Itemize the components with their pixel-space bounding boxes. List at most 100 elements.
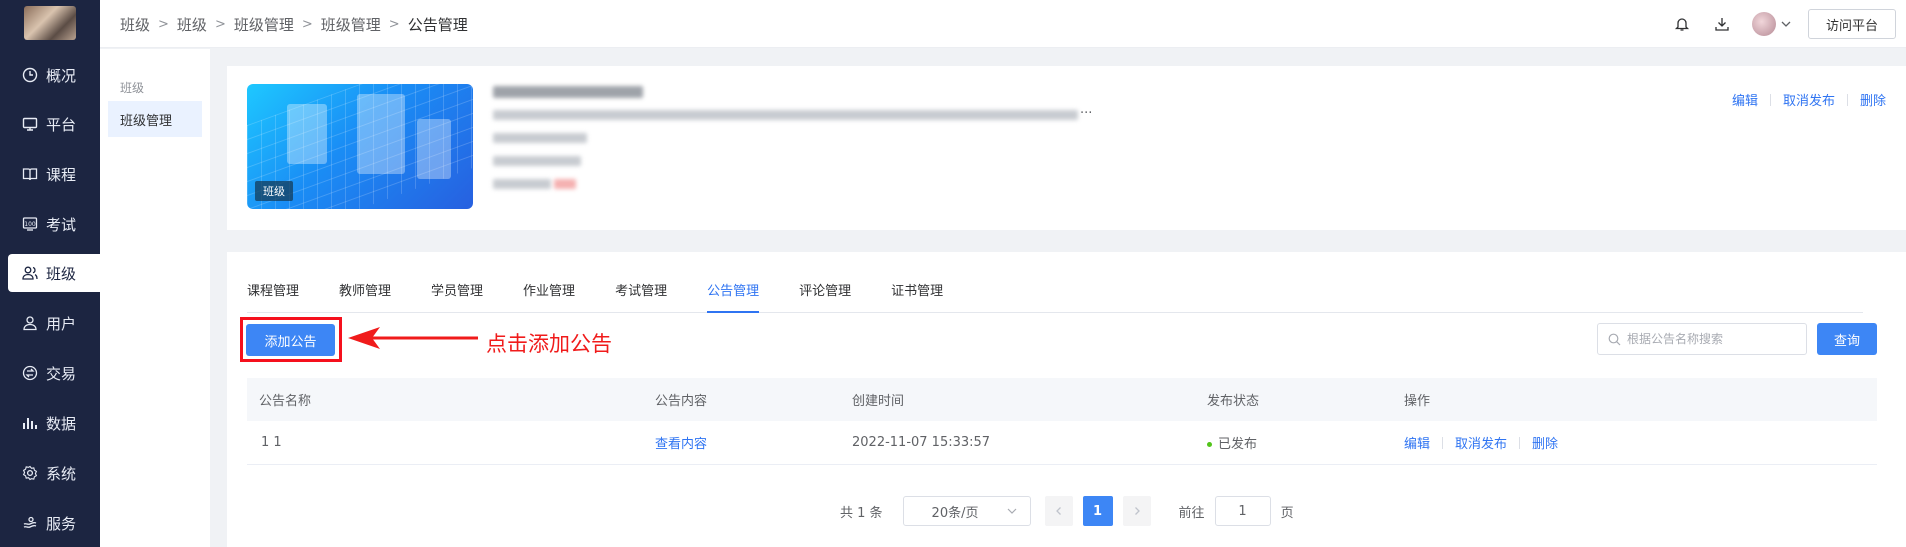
nav-label: 概况	[46, 66, 77, 85]
tab-student-management[interactable]: 学员管理	[431, 280, 483, 313]
nav-item-overview[interactable]: 概况	[8, 56, 100, 94]
chevron-right-icon: >	[388, 17, 400, 32]
unpublish-class-link[interactable]: 取消发布	[1783, 90, 1835, 109]
goto-label: 前往	[1178, 505, 1205, 521]
page-number-current[interactable]: 1	[1082, 496, 1113, 526]
nav-item-users[interactable]: 用户	[8, 304, 100, 342]
breadcrumb-item[interactable]: 班级	[120, 14, 150, 35]
nav-item-exams[interactable]: 100 考试	[8, 205, 100, 243]
management-tabs: 课程管理 教师管理 学员管理 作业管理 考试管理 公告管理 评论管理 证书管理	[247, 280, 1863, 313]
divider	[1519, 436, 1521, 449]
tab-homework-management[interactable]: 作业管理	[523, 280, 575, 313]
nav-item-trade[interactable]: 交易	[8, 354, 100, 392]
prev-page-button[interactable]	[1044, 496, 1073, 526]
goto-suffix: 页	[1280, 505, 1294, 521]
status-badge: 已发布	[1207, 433, 1257, 452]
visit-platform-button[interactable]: 访问平台	[1808, 9, 1896, 39]
edit-class-link[interactable]: 编辑	[1732, 90, 1758, 109]
table-header: 公告名称 公告内容 创建时间 发布状态 操作	[247, 378, 1877, 421]
header-actions: 访问平台	[1672, 0, 1906, 48]
gear-icon	[22, 465, 38, 481]
card-actions: 编辑 取消发布 删除	[1732, 90, 1886, 109]
exam-icon: 100	[22, 217, 38, 231]
redacted-class-info	[493, 133, 587, 143]
search-input[interactable]	[1627, 332, 1797, 346]
main-nav: 概况 平台 课程 100 考试 班级 用户 交易 数据 系统 服务	[0, 0, 100, 547]
bar-chart-icon	[23, 418, 37, 429]
column-header-created: 创建时间	[852, 394, 905, 409]
description-ellipsis: ...	[1080, 102, 1093, 117]
column-header-status: 发布状态	[1207, 394, 1260, 409]
nav-item-system[interactable]: 系统	[8, 454, 100, 492]
nav-item-courses[interactable]: 课程	[8, 155, 100, 193]
top-header: 班级 > 班级 > 班级管理 > 班级管理 > 公告管理 访问平台	[100, 0, 1906, 48]
nav-label: 数据	[46, 414, 77, 433]
unpublish-announcement-link[interactable]: 取消发布	[1455, 433, 1507, 452]
sub-sidebar-item-class-management[interactable]: 班级管理	[108, 101, 202, 137]
goto-page-input[interactable]	[1214, 496, 1271, 526]
redacted-class-status	[554, 179, 576, 189]
announcement-name: 1 1	[261, 435, 282, 450]
book-icon	[22, 168, 38, 181]
download-icon[interactable]	[1712, 14, 1732, 34]
breadcrumb-item[interactable]: 班级管理	[321, 14, 381, 35]
view-content-link[interactable]: 查看内容	[655, 433, 707, 452]
nav-item-data[interactable]: 数据	[8, 404, 100, 442]
service-icon	[23, 516, 37, 528]
redacted-class-info	[493, 179, 551, 189]
nav-label: 班级	[46, 264, 77, 283]
next-page-button[interactable]	[1122, 496, 1151, 526]
tab-announcement-management[interactable]: 公告管理	[707, 280, 760, 313]
delete-class-link[interactable]: 删除	[1860, 90, 1886, 109]
sub-sidebar: 班级 班级管理	[100, 49, 210, 547]
total-count: 共 1 条	[840, 505, 883, 521]
page-size-select[interactable]: 20条/页	[902, 496, 1031, 526]
breadcrumb-item[interactable]: 班级	[177, 14, 207, 35]
redacted-class-title	[493, 86, 643, 98]
column-header-content: 公告内容	[655, 394, 708, 409]
class-info-card: 班级 ... 编辑 取消发布 删除	[227, 66, 1906, 230]
divider	[1442, 436, 1444, 449]
nav-label: 系统	[46, 464, 77, 483]
delete-announcement-link[interactable]: 删除	[1532, 433, 1558, 452]
avatar[interactable]	[1752, 12, 1776, 36]
created-time: 2022-11-07 15:33:57	[852, 435, 991, 450]
trade-icon	[22, 365, 38, 381]
breadcrumb-item[interactable]: 班级管理	[234, 14, 294, 35]
tab-teacher-management[interactable]: 教师管理	[339, 280, 391, 313]
tab-exam-management[interactable]: 考试管理	[615, 280, 667, 313]
page-size-value: 20条/页	[931, 505, 979, 521]
redacted-class-description	[493, 110, 1078, 120]
org-logo[interactable]	[24, 6, 76, 40]
tab-comment-management[interactable]: 评论管理	[799, 280, 851, 313]
add-announcement-button[interactable]: 添加公告	[246, 324, 335, 356]
status-text: 已发布	[1218, 437, 1258, 452]
divider	[1769, 93, 1771, 106]
row-actions: 编辑 取消发布 删除	[1404, 433, 1558, 452]
nav-label: 考试	[46, 215, 77, 234]
status-dot-icon	[1207, 442, 1212, 447]
chevron-right-icon: >	[214, 17, 226, 32]
edit-announcement-link[interactable]: 编辑	[1404, 433, 1430, 452]
redacted-class-info	[493, 156, 581, 166]
search-field[interactable]	[1597, 323, 1807, 355]
nav-label: 交易	[46, 364, 77, 383]
class-cover-image: 班级	[247, 84, 473, 209]
nav-label: 用户	[46, 314, 77, 333]
tab-course-management[interactable]: 课程管理	[247, 280, 299, 313]
nav-item-platform[interactable]: 平台	[8, 105, 100, 143]
class-badge: 班级	[255, 181, 293, 201]
user-menu[interactable]	[1752, 12, 1792, 36]
chevron-right-icon: >	[301, 17, 313, 32]
column-header-name: 公告名称	[259, 394, 312, 409]
chevron-left-icon	[1055, 507, 1061, 515]
bell-icon[interactable]	[1672, 14, 1692, 34]
chevron-down-icon	[1007, 508, 1016, 514]
divider	[1846, 93, 1848, 106]
tab-certificate-management[interactable]: 证书管理	[891, 280, 943, 313]
nav-item-service[interactable]: 服务	[8, 504, 100, 542]
nav-item-classes[interactable]: 班级	[8, 254, 100, 292]
query-button[interactable]: 查询	[1817, 323, 1877, 355]
nav-label: 平台	[46, 115, 77, 134]
users-icon	[22, 266, 38, 280]
